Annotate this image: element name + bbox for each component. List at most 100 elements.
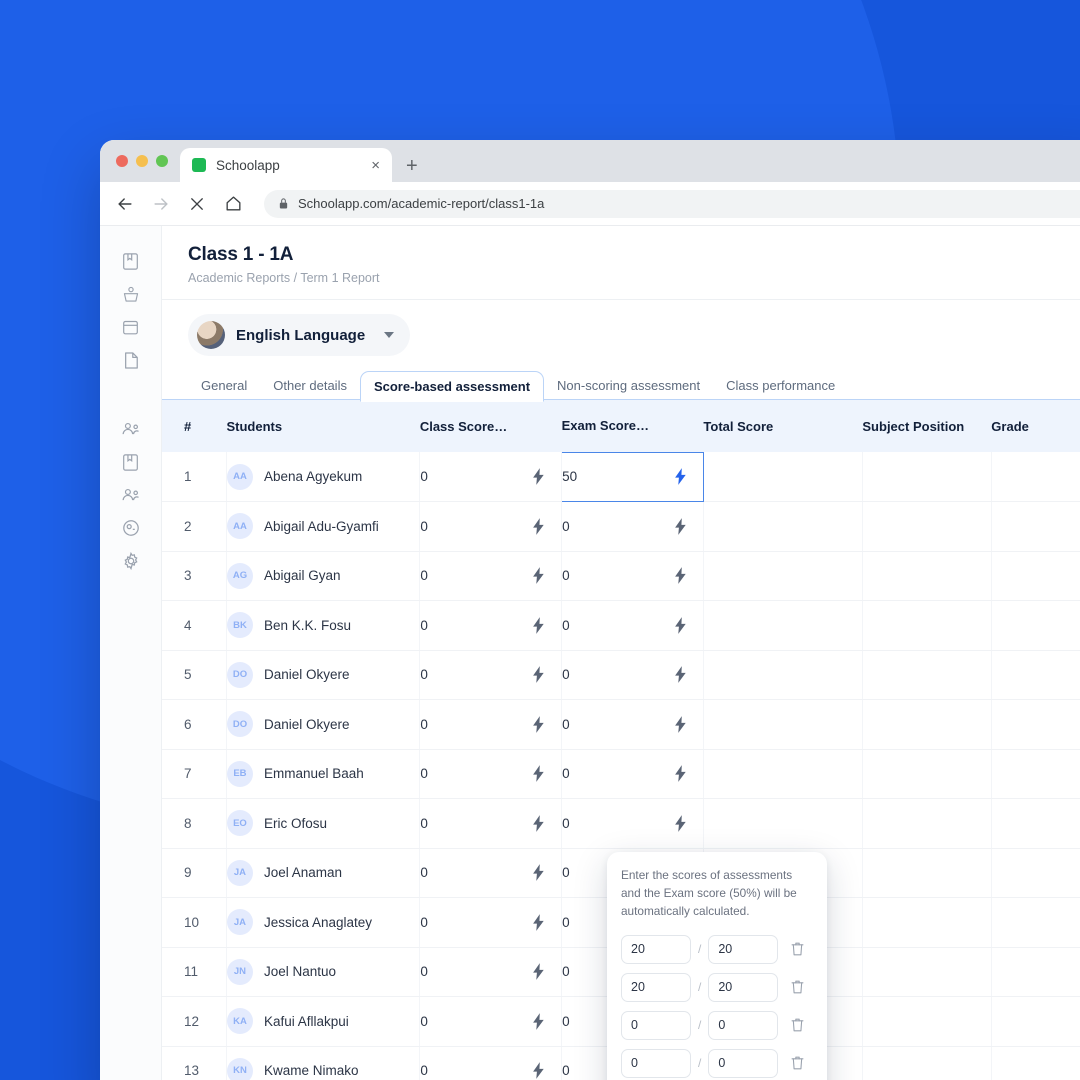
assessment-score-input[interactable] — [621, 972, 691, 1002]
subject-position-cell[interactable] — [862, 699, 992, 750]
student-cell[interactable]: EO Eric Ofosu — [226, 798, 421, 849]
grade-cell[interactable] — [991, 897, 1080, 948]
assessment-score-input[interactable] — [621, 934, 691, 964]
subject-position-cell[interactable] — [862, 798, 992, 849]
table-row[interactable]: 6 DO Daniel Okyere 0 0 — [162, 699, 1080, 750]
exam-score-cell[interactable]: 0 — [561, 551, 704, 601]
total-score-cell[interactable] — [703, 650, 863, 700]
column-header-exam-score[interactable]: Exam Score… — [561, 400, 704, 452]
assessment-score-input[interactable] — [621, 1010, 691, 1040]
sidebar-item-bookmark[interactable] — [120, 250, 142, 272]
sidebar-item-support[interactable] — [120, 517, 142, 539]
subject-selector[interactable]: English Language — [188, 314, 411, 356]
sidebar-item-documents[interactable] — [120, 349, 142, 371]
tab-general[interactable]: General — [188, 371, 260, 400]
table-row[interactable]: 5 DO Daniel Okyere 0 0 — [162, 650, 1080, 700]
grade-cell[interactable] — [991, 947, 1080, 997]
total-score-cell[interactable] — [703, 600, 863, 651]
student-cell[interactable]: BK Ben K.K. Fosu — [226, 600, 421, 651]
tab-other-details[interactable]: Other details — [260, 371, 360, 400]
browser-tab[interactable]: Schoolapp × — [180, 148, 392, 182]
subject-position-cell[interactable] — [862, 897, 992, 948]
lightning-icon[interactable] — [674, 715, 687, 733]
lightning-icon[interactable] — [674, 616, 687, 634]
subject-position-cell[interactable] — [862, 600, 992, 651]
class-score-cell[interactable]: 0 — [419, 798, 563, 849]
lightning-icon[interactable] — [532, 715, 545, 733]
grade-cell[interactable] — [991, 798, 1080, 849]
table-row[interactable]: 7 EB Emmanuel Baah 0 0 — [162, 749, 1080, 799]
subject-position-cell[interactable] — [862, 996, 992, 1047]
arrow-left-icon[interactable] — [114, 193, 136, 215]
subject-position-cell[interactable] — [862, 551, 992, 601]
grade-cell[interactable] — [991, 501, 1080, 552]
class-score-cell[interactable]: 0 — [419, 996, 563, 1047]
class-score-cell[interactable]: 0 — [419, 600, 563, 651]
class-score-cell[interactable]: 0 — [419, 749, 563, 799]
student-cell[interactable]: AA Abigail Adu-Gyamfi — [226, 501, 421, 552]
close-icon[interactable] — [186, 193, 208, 215]
tab-non-scoring-assessment[interactable]: Non-scoring assessment — [544, 371, 713, 400]
student-cell[interactable]: EB Emmanuel Baah — [226, 749, 421, 799]
grade-cell[interactable] — [991, 848, 1080, 898]
sidebar-item-staff[interactable] — [120, 418, 142, 440]
sidebar-item-academics[interactable] — [120, 451, 142, 473]
student-cell[interactable]: KA Kafui Afllakpui — [226, 996, 421, 1047]
exam-score-cell[interactable]: 0 — [561, 650, 704, 700]
exam-score-cell[interactable]: 50 — [561, 451, 704, 502]
class-score-cell[interactable]: 0 — [419, 650, 563, 700]
student-cell[interactable]: JA Joel Anaman — [226, 848, 421, 898]
lightning-icon[interactable] — [532, 666, 545, 684]
student-cell[interactable]: JA Jessica Anaglatey — [226, 897, 421, 948]
total-score-cell[interactable] — [703, 452, 863, 502]
student-cell[interactable]: DO Daniel Okyere — [226, 650, 421, 700]
total-score-cell[interactable] — [703, 798, 863, 849]
total-score-cell[interactable] — [703, 551, 863, 601]
table-row[interactable]: 8 EO Eric Ofosu 0 0 — [162, 798, 1080, 849]
address-bar[interactable]: Schoolapp.com/academic-report/class1-1a — [264, 189, 1080, 218]
subject-position-cell[interactable] — [862, 650, 992, 700]
tab-score-based-assessment[interactable]: Score-based assessment — [359, 370, 545, 402]
student-cell[interactable]: AA Abena Agyekum — [226, 452, 421, 502]
column-header-total-score[interactable]: Total Score — [703, 400, 863, 452]
total-score-cell[interactable] — [703, 501, 863, 552]
class-score-cell[interactable]: 0 — [419, 897, 563, 948]
lightning-icon[interactable] — [674, 765, 687, 783]
student-cell[interactable]: JN Joel Nantuo — [226, 947, 421, 997]
trash-icon[interactable] — [790, 979, 807, 996]
close-icon[interactable]: × — [371, 158, 380, 173]
lightning-icon[interactable] — [674, 814, 687, 832]
assessment-total-input[interactable] — [708, 1010, 779, 1040]
grade-cell[interactable] — [991, 996, 1080, 1047]
lightning-icon[interactable] — [532, 814, 545, 832]
table-row[interactable]: 2 AA Abigail Adu-Gyamfi 0 0 — [162, 501, 1080, 552]
lightning-icon[interactable] — [532, 567, 545, 585]
student-cell[interactable]: KN Kwame Nimako — [226, 1046, 421, 1080]
lightning-icon[interactable] — [674, 666, 687, 684]
close-window-button[interactable] — [116, 155, 128, 167]
lightning-icon[interactable] — [532, 963, 545, 981]
assessment-total-input[interactable] — [708, 972, 779, 1002]
lightning-icon[interactable] — [532, 468, 545, 485]
sidebar-item-calendar[interactable] — [120, 316, 142, 338]
grade-cell[interactable] — [991, 650, 1080, 700]
class-score-cell[interactable]: 0 — [419, 947, 563, 997]
assessment-score-input[interactable] — [621, 1048, 691, 1078]
lightning-icon[interactable] — [674, 567, 687, 585]
assessment-table-container[interactable]: # Students Class Score… Exam Score… Tota… — [162, 400, 1080, 1080]
tab-class-performance[interactable]: Class performance — [713, 371, 848, 400]
home-icon[interactable] — [222, 193, 244, 215]
minimize-window-button[interactable] — [136, 155, 148, 167]
grade-cell[interactable] — [991, 551, 1080, 601]
subject-position-cell[interactable] — [862, 452, 992, 502]
student-cell[interactable]: AG Abigail Gyan — [226, 551, 421, 601]
sidebar-item-settings[interactable] — [120, 550, 142, 572]
table-row[interactable]: 1 AA Abena Agyekum 0 50 — [162, 451, 1080, 502]
arrow-right-icon[interactable] — [150, 193, 172, 215]
column-header-grade[interactable]: Grade — [991, 400, 1080, 452]
assessment-total-input[interactable] — [708, 934, 779, 964]
lightning-icon[interactable] — [674, 517, 687, 535]
grade-cell[interactable] — [991, 1046, 1080, 1080]
class-score-cell[interactable]: 0 — [419, 848, 563, 898]
class-score-cell[interactable]: 0 — [419, 1046, 563, 1080]
